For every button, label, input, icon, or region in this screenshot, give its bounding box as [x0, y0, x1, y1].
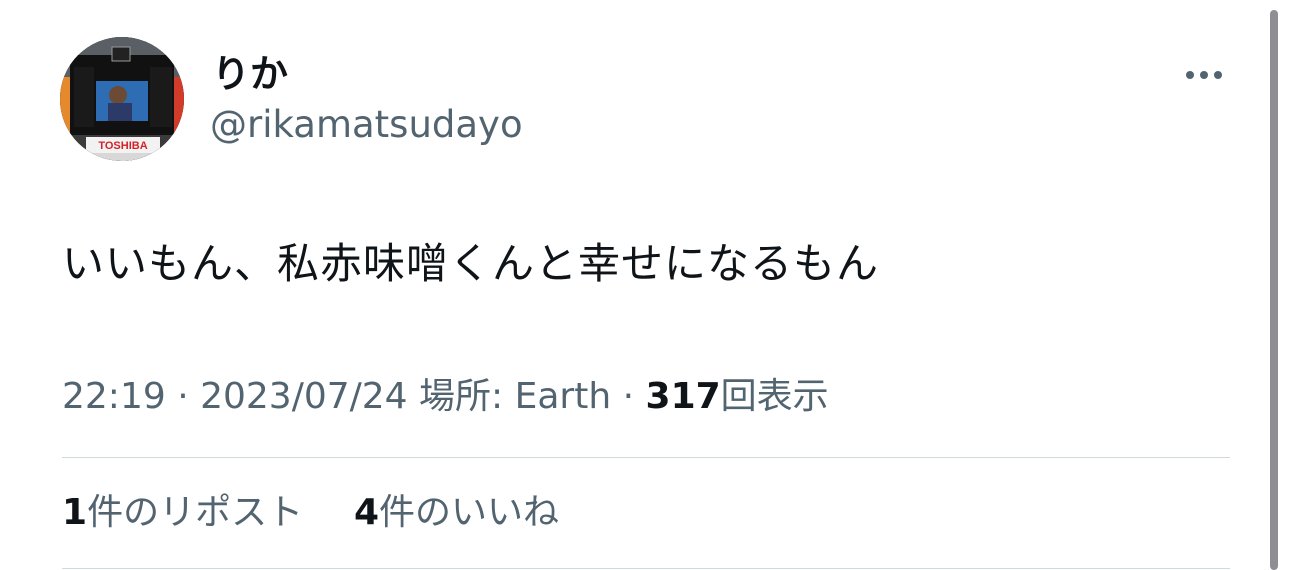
- meta-separator: ·: [611, 376, 646, 417]
- meta-separator: ·: [165, 376, 201, 417]
- avatar-brand-text: TOSHIBA: [98, 140, 147, 152]
- divider: [62, 568, 1230, 569]
- author-handle[interactable]: @rikamatsudayo: [210, 102, 523, 148]
- more-options-button[interactable]: [1176, 58, 1232, 92]
- likes-count: 4: [353, 492, 380, 533]
- author-display-name[interactable]: りか: [212, 50, 288, 98]
- reposts-stat[interactable]: 1件のリポスト: [62, 492, 303, 533]
- stadium-scoreboard-avatar: TOSHIBA: [60, 37, 184, 161]
- reposts-label: 件のリポスト: [87, 492, 304, 533]
- avatar[interactable]: TOSHIBA: [60, 37, 184, 161]
- views-label[interactable]: 回表示: [721, 376, 829, 417]
- more-horizontal-icon-dot: [1200, 71, 1208, 79]
- reposts-count: 1: [62, 492, 88, 533]
- tweet-stats: 1件のリポスト 4件のいいね: [62, 490, 559, 536]
- tweet-text: いいもん、私赤味噌くんと幸せになるもん: [62, 239, 880, 288]
- tweet-date[interactable]: 2023/07/24: [200, 376, 408, 417]
- tweet-meta: 22:19 · 2023/07/24 場所: Earth · 317回表示: [62, 374, 829, 420]
- tweet-detail-view: TOSHIBA りか @rikamatsudayo いいもん、私赤味噌くんと幸せ…: [0, 0, 1290, 570]
- more-horizontal-icon-dot: [1214, 71, 1222, 79]
- likes-label: 件のいいね: [379, 492, 560, 533]
- more-horizontal-icon: [1186, 71, 1194, 79]
- tweet-location: 場所: Earth: [419, 376, 612, 417]
- divider: [62, 457, 1230, 458]
- likes-stat[interactable]: 4件のいいね: [354, 492, 559, 533]
- views-count[interactable]: 317: [646, 376, 721, 417]
- tweet-time[interactable]: 22:19: [62, 376, 166, 417]
- scrollbar[interactable]: [1270, 10, 1278, 570]
